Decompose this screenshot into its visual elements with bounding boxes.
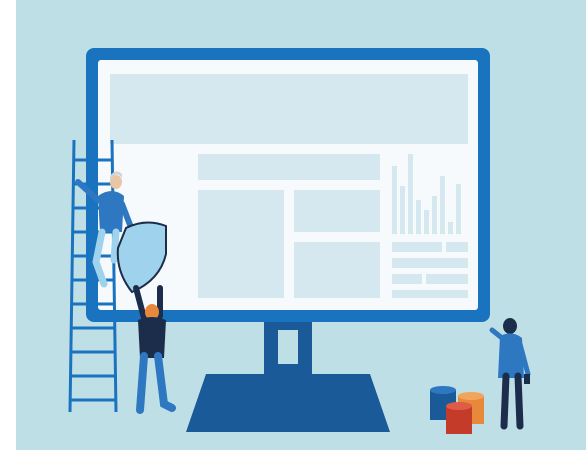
paint-bucket-top (446, 402, 472, 410)
illustration-scene (16, 0, 586, 450)
screen-bar (424, 210, 429, 234)
monitor-base (186, 374, 390, 432)
illustration-canvas (68, 48, 531, 434)
screen-block-right-bottom (294, 242, 380, 298)
person-leg (136, 352, 148, 414)
screen-bar (448, 222, 453, 234)
screen-bar (432, 196, 437, 234)
screen-block-left (198, 190, 284, 298)
person-leg (514, 372, 524, 430)
screen-row (392, 290, 468, 298)
screen-header-block (110, 74, 468, 144)
screen-row (392, 274, 422, 284)
person-leg (154, 352, 176, 412)
person-leg (110, 228, 120, 264)
paint-bucket-top (430, 386, 456, 394)
screen-row (392, 242, 442, 252)
paint-bucket-icon (430, 386, 484, 434)
screen-bar (408, 154, 413, 234)
paintbrush (524, 374, 530, 384)
person-leg (500, 372, 510, 430)
screen-bar (400, 186, 405, 234)
screen-bar (392, 166, 397, 234)
image-frame (0, 0, 587, 475)
screen-bar (440, 176, 445, 234)
person-torso (138, 317, 166, 358)
monitor-neck-slot (278, 330, 298, 364)
screen-block-title (198, 154, 380, 180)
screen-row (426, 274, 468, 284)
paint-bucket-red (446, 406, 472, 434)
person-head (503, 318, 517, 334)
screen-bar (456, 184, 461, 234)
person-thinking (489, 318, 531, 430)
person-torso (98, 191, 124, 232)
screen-bar (416, 200, 421, 234)
paint-bucket-top (458, 392, 484, 400)
screen-block-right-top (294, 190, 380, 232)
screen-row (392, 258, 468, 268)
person-torso (498, 333, 524, 378)
screen-row (446, 242, 468, 252)
